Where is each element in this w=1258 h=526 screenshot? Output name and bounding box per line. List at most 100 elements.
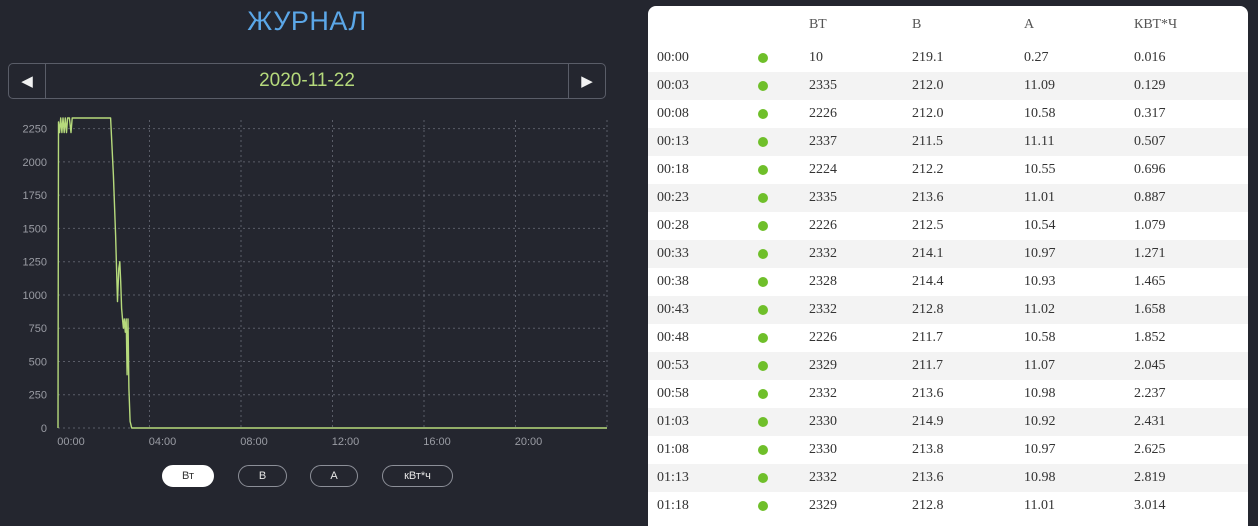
status-cell: [758, 156, 768, 184]
kwh-cell: 0.887: [1134, 190, 1166, 205]
table-row: 00:00 10 219.1 0.27 0.016: [648, 44, 1248, 72]
time-cell: 01:13: [657, 470, 689, 485]
status-dot-icon: [758, 136, 768, 147]
volts-cell: 212.0: [912, 78, 944, 93]
kwh-cell: 0.317: [1134, 106, 1166, 121]
table-row: 00:13 2337 211.5 11.11 0.507: [648, 128, 1248, 156]
volts-cell: 214.4: [912, 274, 944, 289]
volts-cell: 211.7: [912, 358, 943, 373]
table-row: 01:18 2329 212.8 11.01 3.014: [648, 492, 1248, 520]
time-cell: 00:28: [657, 218, 689, 233]
watts-cell: 2332: [809, 246, 837, 261]
kwh-cell: 3.014: [1134, 498, 1166, 513]
y-tick-label: 750: [29, 323, 47, 335]
y-tick-label: 2250: [23, 124, 47, 136]
status-cell: [758, 464, 768, 492]
kwh-cell: 2.625: [1134, 442, 1166, 457]
time-cell: 00:43: [657, 302, 689, 317]
x-tick-label: 12:00: [332, 436, 360, 448]
table-row: 00:58 2332 213.6 10.98 2.237: [648, 380, 1248, 408]
kwh-cell: 2.045: [1134, 358, 1166, 373]
metric-toggle-button[interactable]: А: [310, 465, 358, 487]
table-row: 00:53 2329 211.7 11.07 2.045: [648, 352, 1248, 380]
x-tick-label: 16:00: [423, 436, 451, 448]
x-tick-label: 08:00: [240, 436, 268, 448]
kwh-cell: 0.696: [1134, 162, 1166, 177]
status-dot-icon: [758, 108, 768, 119]
watts-cell: 2335: [809, 190, 837, 205]
volts-cell: 212.5: [912, 218, 944, 233]
status-cell: [758, 352, 768, 380]
status-dot-icon: [758, 52, 768, 63]
volts-cell: 219.1: [912, 50, 944, 65]
status-cell: [758, 380, 768, 408]
volts-header: В: [912, 17, 922, 32]
x-tick-label: 04:00: [149, 436, 177, 448]
status-cell: [758, 240, 768, 268]
status-cell: [758, 212, 768, 240]
kwh-cell: 1.465: [1134, 274, 1166, 289]
table-row: 00:38 2328 214.4 10.93 1.465: [648, 268, 1248, 296]
kwh-cell: 0.016: [1134, 50, 1166, 65]
volts-cell: 213.8: [912, 442, 944, 457]
kwh-cell: 1.852: [1134, 330, 1166, 345]
table-row: 00:33 2332 214.1 10.97 1.271: [648, 240, 1248, 268]
status-cell: [758, 296, 768, 324]
y-tick-label: 2000: [23, 157, 47, 169]
time-cell: 01:18: [657, 498, 689, 513]
kwh-cell: 0.129: [1134, 78, 1166, 93]
status-dot-icon: [758, 220, 768, 231]
status-dot-icon: [758, 332, 768, 343]
volts-cell: 211.7: [912, 330, 943, 345]
x-tick-label: 20:00: [515, 436, 543, 448]
status-dot-icon: [758, 416, 768, 427]
status-cell: [758, 184, 768, 212]
table-row: 00:28 2226 212.5 10.54 1.079: [648, 212, 1248, 240]
status-dot-icon: [758, 248, 768, 259]
volts-cell: 212.0: [912, 106, 944, 121]
watts-cell: 2226: [809, 330, 837, 345]
metric-toggle-button[interactable]: кВт*ч: [382, 465, 453, 487]
time-cell: 00:00: [657, 50, 689, 65]
time-cell: 00:18: [657, 162, 689, 177]
kwh-cell: 2.819: [1134, 470, 1166, 485]
watts-cell: 2226: [809, 106, 837, 121]
watts-cell: 2330: [809, 414, 837, 429]
y-tick-label: 1750: [23, 190, 47, 202]
log-table: ВТ В А КВТ*Ч 00:00 10 219.1 0.27 0.016 00:03 2335…: [648, 6, 1248, 526]
watts-cell: 2329: [809, 498, 837, 513]
table-row: 00:03 2335 212.0 11.09 0.129: [648, 72, 1248, 100]
status-dot-icon: [758, 164, 768, 175]
table-row: 00:48 2226 211.7 10.58 1.852: [648, 324, 1248, 352]
time-cell: 00:33: [657, 246, 689, 261]
kwh-header: КВТ*Ч: [1134, 17, 1178, 32]
time-cell: 00:23: [657, 190, 689, 205]
table-row: 00:23 2335 213.6 11.01 0.887: [648, 184, 1248, 212]
amps-cell: 10.55: [1024, 162, 1056, 177]
status-dot-icon: [758, 500, 768, 511]
time-cell: 00:48: [657, 330, 689, 345]
watts-cell: 2329: [809, 358, 837, 373]
metric-toggle-button[interactable]: Вт: [162, 465, 214, 487]
metric-toggle-group: Вт В АкВт*ч: [0, 465, 614, 489]
page-title: ЖУРНАЛ: [247, 6, 367, 36]
kwh-cell: 1.271: [1134, 246, 1166, 261]
kwh-cell: 1.079: [1134, 218, 1166, 233]
volts-cell: 212.2: [912, 162, 944, 177]
y-tick-label: 0: [41, 423, 47, 435]
x-tick-label: 00:00: [57, 436, 85, 448]
time-cell: 00:03: [657, 78, 689, 93]
volts-cell: 213.6: [912, 190, 944, 205]
prev-day-icon[interactable]: ◀: [9, 64, 46, 98]
status-dot-icon: [758, 304, 768, 315]
y-tick-label: 250: [29, 390, 47, 402]
amps-cell: 0.27: [1024, 50, 1049, 65]
amps-cell: 10.93: [1024, 274, 1056, 289]
amps-cell: 10.98: [1024, 470, 1056, 485]
next-day-icon[interactable]: ▶: [568, 64, 605, 98]
time-cell: 00:38: [657, 274, 689, 289]
time-cell: 00:08: [657, 106, 689, 121]
amps-cell: 11.07: [1024, 358, 1055, 373]
metric-toggle-button[interactable]: В: [238, 465, 287, 487]
amps-cell: 11.09: [1024, 78, 1055, 93]
